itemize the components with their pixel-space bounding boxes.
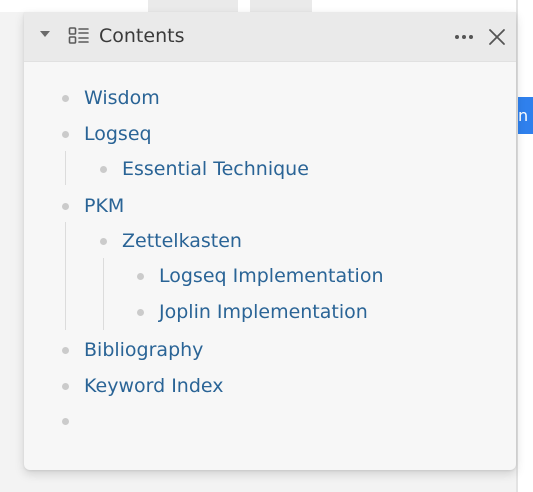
bullet-dot[interactable] xyxy=(100,166,107,173)
sidebar-divider[interactable] xyxy=(516,0,518,492)
tree-item-label[interactable]: Wisdom xyxy=(84,85,160,111)
more-horizontal-icon xyxy=(462,35,466,39)
main-editor-edge xyxy=(518,0,533,492)
bullet-dot[interactable] xyxy=(62,203,69,210)
top-toolbar-strip xyxy=(0,0,533,12)
indent-guide xyxy=(103,258,104,330)
tree-item-label[interactable]: PKM xyxy=(84,193,124,219)
bullet-dot[interactable] xyxy=(62,418,69,425)
bullet-dot[interactable] xyxy=(62,131,69,138)
panel-header: Contents xyxy=(24,12,516,62)
indent-guide xyxy=(65,222,66,330)
toolbar-segment xyxy=(148,0,238,12)
close-icon[interactable] xyxy=(486,26,508,48)
more-horizontal-icon xyxy=(455,35,459,39)
table-of-contents-icon xyxy=(68,27,89,44)
bullet-dot[interactable] xyxy=(62,95,69,102)
more-options-button[interactable] xyxy=(452,26,476,46)
bullet-dot[interactable] xyxy=(62,347,69,354)
indent-guide xyxy=(65,151,66,185)
accent-button-edge[interactable]: n u xyxy=(518,97,533,134)
more-horizontal-icon xyxy=(469,35,473,39)
bullet-dot[interactable] xyxy=(100,238,107,245)
panel-title: Contents xyxy=(99,25,185,47)
tree-item-label[interactable]: Logseq Implementation xyxy=(159,263,384,289)
toolbar-segment xyxy=(250,0,312,12)
tree-item-label[interactable]: Keyword Index xyxy=(84,373,224,399)
tree-item-label[interactable]: Zettelkasten xyxy=(122,228,242,254)
tree-item-label[interactable]: Joplin Implementation xyxy=(159,299,368,325)
tree-item-label[interactable]: Bibliography xyxy=(84,337,203,363)
caret-down-icon[interactable] xyxy=(40,31,50,37)
tree-item-label[interactable]: Logseq xyxy=(84,121,152,147)
contents-panel: Contents Wisdom Logseq Essential Techniq… xyxy=(24,12,516,470)
bullet-dot[interactable] xyxy=(62,383,69,390)
bullet-dot[interactable] xyxy=(137,273,144,280)
bullet-dot[interactable] xyxy=(137,309,144,316)
tree-item-label[interactable]: Essential Technique xyxy=(122,156,309,182)
